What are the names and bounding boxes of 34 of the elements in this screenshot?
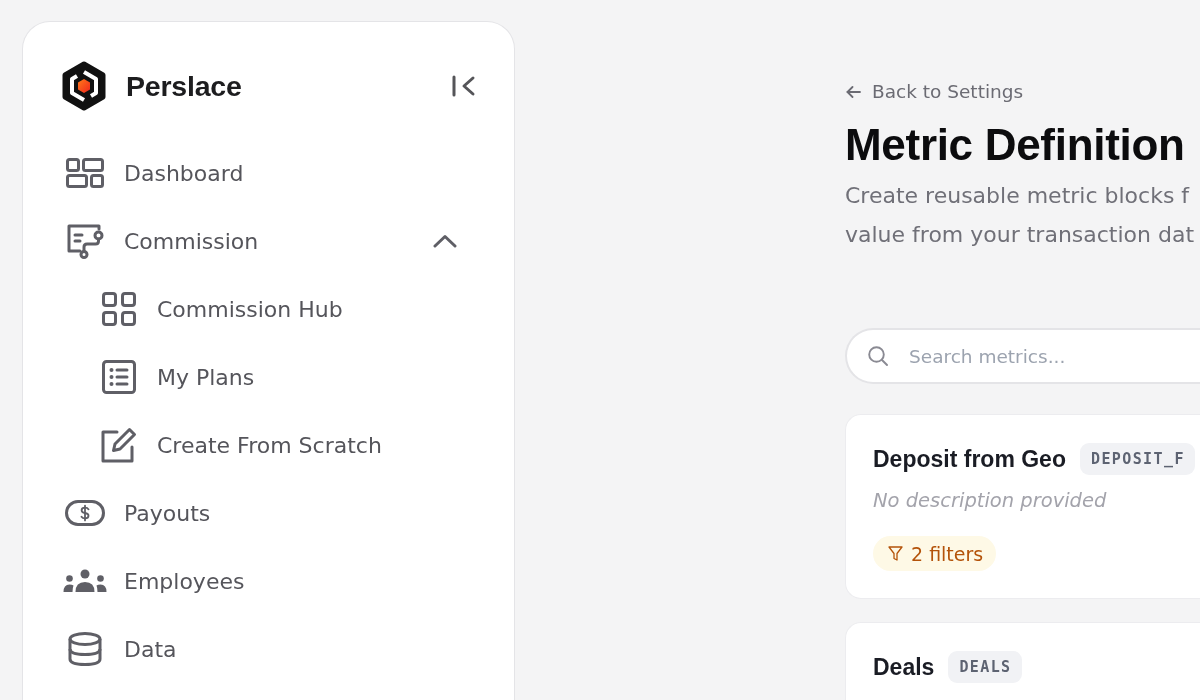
- page-title: Metric Definition: [845, 119, 1185, 171]
- arrow-left-icon: [846, 86, 861, 98]
- list-icon: [102, 360, 136, 394]
- search-field[interactable]: Search metrics...: [845, 328, 1200, 384]
- dollar-bill-icon: [65, 500, 105, 526]
- back-link[interactable]: Back to Settings: [845, 79, 1024, 105]
- document-flow-icon: [67, 223, 105, 259]
- sidebar-subitem[interactable]: Create From Scratch: [59, 423, 390, 467]
- sidebar-item[interactable]: Commission: [59, 219, 267, 263]
- grid-layout-icon: [66, 158, 104, 188]
- sidebar-item[interactable]: Payouts: [59, 491, 219, 535]
- metric-name: Deposit from Geo: [873, 445, 1066, 473]
- brand-name: Perslace: [126, 69, 242, 103]
- filter-count: 2 filters: [911, 542, 984, 565]
- metric-code-tag: DEALS: [948, 651, 1022, 683]
- grid-icon: [102, 292, 136, 326]
- sidebar-item[interactable]: Employees: [59, 559, 253, 603]
- people-group-icon: [63, 569, 107, 593]
- chevron-up-icon[interactable]: [433, 234, 457, 248]
- pencil-square-icon: [101, 427, 137, 463]
- sidebar-subitem[interactable]: Commission Hub: [59, 287, 351, 331]
- sidebar-item[interactable]: Data: [59, 627, 185, 671]
- page-description: Create reusable metric blocks f value from your transaction dat: [845, 182, 1195, 249]
- database-icon: [68, 632, 102, 666]
- metric-code-tag: DEPOSIT_F: [1079, 443, 1195, 475]
- metric-name: Deals: [873, 653, 935, 681]
- search-icon: [868, 346, 888, 366]
- metric-description: No description provided: [873, 488, 1107, 514]
- metric-card[interactable]: Deposit from Geo DEPOSIT_F No description provided 2 filters: [845, 414, 1200, 599]
- funnel-icon: [888, 546, 903, 561]
- collapse-sidebar-icon[interactable]: [452, 75, 476, 97]
- sidebar-item[interactable]: Dashboard: [59, 151, 252, 195]
- sidebar-subitem[interactable]: My Plans: [59, 355, 263, 399]
- metric-card[interactable]: Deals DEALS: [845, 622, 1200, 700]
